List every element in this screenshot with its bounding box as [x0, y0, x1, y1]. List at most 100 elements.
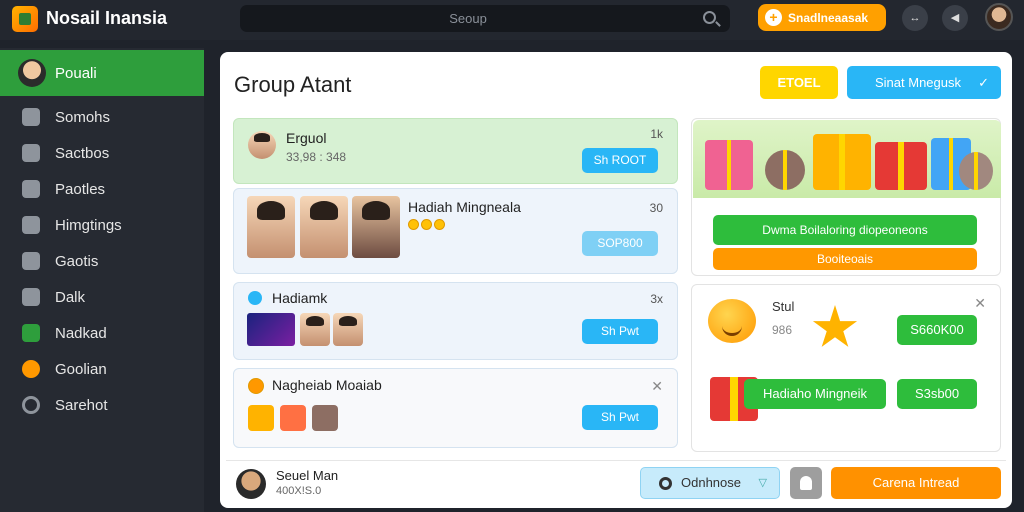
- coin-icon: [408, 219, 419, 230]
- card-title: Hadiamk: [272, 290, 328, 306]
- group-card[interactable]: Nagheiab Moaiab ✕ Sh Pwt: [233, 368, 678, 448]
- search-bar[interactable]: [240, 5, 730, 32]
- circle-icon: [22, 396, 40, 414]
- avatar: [236, 469, 266, 499]
- sidebar-item-sarehot[interactable]: Sarehot: [0, 387, 204, 423]
- start-button[interactable]: Sinat Mnegusk ✓: [847, 66, 1001, 99]
- gift-icon: [813, 134, 871, 190]
- group-card[interactable]: Erguol 33,98 : 348 1k Sh ROOT: [233, 118, 678, 184]
- sidebar-item-gaotis[interactable]: Gaotis: [0, 243, 204, 279]
- check-icon: ✓: [978, 75, 989, 90]
- sidebar-item-label: Nadkad: [55, 324, 107, 342]
- mascot-icon: [959, 152, 993, 190]
- create-button[interactable]: Carena Intread: [831, 467, 1001, 499]
- chevron-down-icon: ▽: [758, 477, 767, 489]
- close-icon[interactable]: ✕: [974, 295, 986, 312]
- group-card[interactable]: Hadiah Mingneala 30 SOP800: [233, 188, 678, 274]
- options-select-label: Odnhnose: [681, 475, 741, 490]
- chat-icon: [22, 216, 40, 234]
- yellow-button[interactable]: ETOEL: [760, 66, 838, 99]
- lock-icon: [22, 252, 40, 270]
- top-action-label: Snadlneaasak: [788, 10, 869, 25]
- member-photo: [300, 196, 348, 258]
- sidebar-item-label: Paotles: [55, 180, 106, 198]
- sidebar-item-label: Somohs: [55, 108, 111, 126]
- swap-icon[interactable]: ↔: [902, 5, 928, 31]
- card-action-button[interactable]: Sh ROOT: [582, 148, 658, 173]
- member-photo: [333, 313, 363, 346]
- top-bar: Nosail Inansia + Snadlneaasak ↔ ◀: [0, 0, 1024, 40]
- info-icon: [248, 291, 262, 305]
- sidebar-item-label: Goolian: [55, 360, 107, 378]
- reward-value: 986: [772, 323, 793, 337]
- top-action-button[interactable]: + Snadlneaasak: [758, 4, 886, 31]
- sidebar-item-label: Dalk: [55, 288, 86, 306]
- gift-icon: [875, 142, 927, 190]
- phone-icon: [22, 108, 40, 126]
- search-icon[interactable]: [703, 11, 716, 24]
- sidebar-item-nadkad[interactable]: Nadkad: [0, 315, 204, 351]
- page-title: Group Atant: [234, 72, 352, 97]
- app-title: Nosail Inansia: [46, 8, 168, 28]
- app-logo-icon: [12, 6, 38, 32]
- options-select[interactable]: Odnhnose ▽: [640, 467, 780, 499]
- reward-label-button[interactable]: Hadiaho Mingneik: [744, 379, 886, 409]
- avatar: [248, 131, 276, 159]
- member-photo: [352, 196, 400, 258]
- coin-icon: [421, 219, 432, 230]
- card-title: Hadiah Mingneala: [408, 199, 521, 215]
- gift-icon: [280, 405, 306, 431]
- gift-banner: [693, 120, 1001, 198]
- card-action-button[interactable]: SOP800: [582, 231, 658, 256]
- promo-green-button[interactable]: Dwma Boilaloring diopeoneons: [713, 215, 977, 245]
- sidebar-item-goolian[interactable]: Goolian: [0, 351, 204, 387]
- card-count: 1k: [650, 127, 663, 141]
- sidebar-item-label: Himgtings: [55, 216, 122, 234]
- member-photo: [247, 196, 295, 258]
- user-avatar[interactable]: [985, 3, 1013, 31]
- controller-icon: [22, 180, 40, 198]
- search-input[interactable]: [248, 9, 688, 28]
- sidebar-item-dalk[interactable]: Dalk: [0, 279, 204, 315]
- emoji-icon: [22, 360, 40, 378]
- card-icon: [22, 324, 40, 342]
- card-action-button[interactable]: Sh Pwt: [582, 405, 658, 430]
- sidebar-item-sactbos[interactable]: Sactbos: [0, 135, 204, 171]
- star-icon: [812, 305, 858, 347]
- sidebar-item-paotles[interactable]: Paotles: [0, 171, 204, 207]
- group-card[interactable]: Hadiamk 3x Sh Pwt: [233, 282, 678, 360]
- back-icon[interactable]: ◀: [942, 5, 968, 31]
- sidebar-item-himgtings[interactable]: Himgtings: [0, 207, 204, 243]
- target-icon: [659, 477, 672, 490]
- reward-claim-button[interactable]: S3sb00: [897, 379, 977, 409]
- gift-icon: [248, 405, 274, 431]
- close-icon[interactable]: ✕: [651, 378, 663, 395]
- sidebar-item-pouali[interactable]: Pouali: [0, 50, 204, 96]
- start-button-label: Sinat Mnegusk: [875, 75, 961, 90]
- smiley-icon: [708, 299, 756, 343]
- card-title: Nagheiab Moaiab: [272, 377, 382, 393]
- plus-icon: +: [765, 9, 782, 26]
- sidebar-item-somohs[interactable]: Somohs: [0, 99, 204, 135]
- lock-button[interactable]: [790, 467, 822, 499]
- footer-user-id: 400X!S.0: [276, 485, 322, 497]
- mascot-icon: [765, 150, 805, 190]
- member-photo: [300, 313, 330, 346]
- game-thumbnail: [247, 313, 295, 346]
- gift-icon: [705, 140, 753, 190]
- emoji-icon: [248, 378, 264, 394]
- coin-icon: [434, 219, 445, 230]
- doc-icon: [22, 144, 40, 162]
- promo-orange-button[interactable]: Booiteoais: [713, 248, 977, 270]
- sidebar-item-label: Sactbos: [55, 144, 110, 162]
- reward-label: Stul: [772, 299, 795, 314]
- sidebar-item-label: Sarehot: [55, 396, 108, 414]
- reward-claim-button[interactable]: S660K00: [897, 315, 977, 345]
- footer-bar: Seuel Man 400X!S.0 Odnhnose ▽ Carena Int…: [226, 460, 1006, 502]
- card-action-button[interactable]: Sh Pwt: [582, 319, 658, 344]
- card-title: Erguol: [286, 130, 327, 146]
- gift-icon: [312, 405, 338, 431]
- sidebar: Pouali Somohs Sactbos Paotles Himgtings …: [0, 48, 204, 512]
- promo-panel: Dwma Boilaloring diopeoneons Booiteoais: [691, 118, 1001, 276]
- main-panel: Group Atant ETOEL Sinat Mnegusk ✓ Erguol…: [220, 52, 1012, 508]
